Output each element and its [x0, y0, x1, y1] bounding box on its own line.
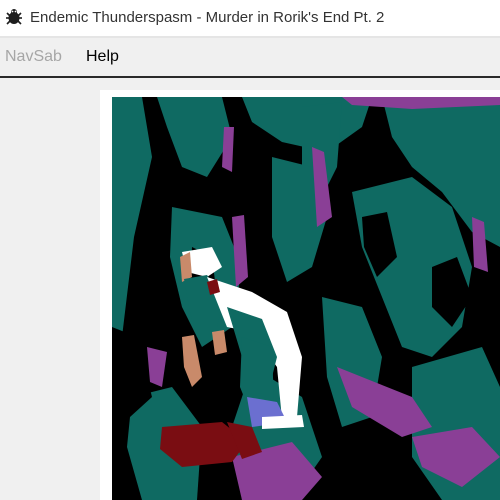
- menu-bar: NavSab Help: [0, 38, 500, 76]
- menu-navsab[interactable]: NavSab: [5, 48, 62, 66]
- title-bar[interactable]: Endemic Thunderspasm - Murder in Rorik's…: [0, 0, 500, 36]
- bug-icon: [6, 9, 22, 25]
- scene-artwork: [112, 97, 500, 500]
- menu-help[interactable]: Help: [86, 48, 119, 66]
- game-scene-image[interactable]: [112, 97, 500, 500]
- window-title: Endemic Thunderspasm - Murder in Rorik's…: [30, 9, 385, 26]
